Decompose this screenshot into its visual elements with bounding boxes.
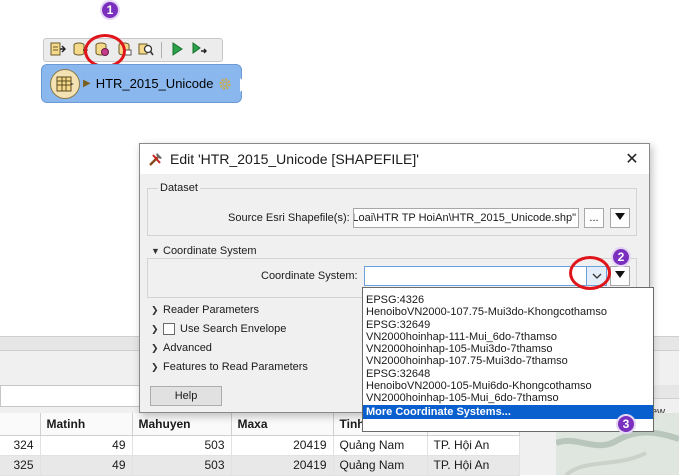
reader-parameters-label: Reader Parameters <box>163 304 259 316</box>
callout-badge-2: 2 <box>611 247 631 267</box>
column-header[interactable] <box>0 413 41 436</box>
dialog-title: Edit 'HTR_2015_Unicode [SHAPEFILE]' <box>170 151 419 167</box>
expand-triangle-icon[interactable]: ▶ <box>83 78 91 89</box>
transformer-tools-icon <box>148 151 164 167</box>
source-shapefile-label: Source Esri Shapefile(s): <box>228 212 350 224</box>
dialog-title-bar: Edit 'HTR_2015_Unicode [SHAPEFILE]' ✕ <box>140 144 649 174</box>
triangle-down-icon <box>615 270 625 282</box>
dataset-legend: Dataset <box>158 182 200 194</box>
advanced-section-header[interactable]: ❯ Advanced <box>151 342 212 354</box>
node-settings-gear-icon[interactable] <box>217 76 233 92</box>
dropdown-item[interactable]: EPSG:32648 <box>363 368 653 380</box>
close-icon[interactable]: ✕ <box>623 150 641 168</box>
add-reader-button[interactable] <box>48 41 68 59</box>
features-to-read-label: Features to Read Parameters <box>163 361 308 373</box>
chevron-right-icon: ❯ <box>151 361 159 372</box>
table-cell: 49 <box>40 455 133 476</box>
table-cell: Quảng Nam <box>333 455 428 476</box>
table-cell: 20419 <box>231 455 334 476</box>
table-cell: 20419 <box>231 435 334 456</box>
more-coordinate-systems-item[interactable]: More Coordinate Systems... <box>363 404 653 419</box>
table-row[interactable]: 324 49 503 20419 Quảng Nam TP. Hội An <box>0 435 520 456</box>
coordinate-system-section-header[interactable]: ▼ Coordinate System <box>151 245 257 257</box>
search-envelope-section-header[interactable]: ❯ Use Search Envelope <box>151 323 286 335</box>
inspect-button[interactable] <box>136 41 156 59</box>
coordinate-system-dropdown-list: EPSG:4326 HenoiboVN2000-107.75-Mui3do-Kh… <box>362 287 654 432</box>
browse-button[interactable]: ... <box>584 208 604 228</box>
dropdown-item[interactable]: EPSG:32649 <box>363 319 653 331</box>
chevron-down-icon: ▼ <box>151 246 160 256</box>
reader-node-label: HTR_2015_Unicode <box>95 76 214 91</box>
dropdown-item[interactable]: VN2000hoinhap-111-Mui_6do-7thamso <box>363 331 653 343</box>
table-cell: 49 <box>40 435 133 456</box>
coordinate-system-menu-button[interactable] <box>610 266 630 286</box>
dropdown-item[interactable]: HenoiboVN2000-107.75-Mui3do-Khongcothams… <box>363 306 653 318</box>
chevron-right-icon: ❯ <box>151 304 159 315</box>
reader-parameters-section-header[interactable]: ❯ Reader Parameters <box>151 304 259 316</box>
dataset-menu-button[interactable] <box>610 208 630 228</box>
coordinate-system-section-label: Coordinate System <box>163 245 257 257</box>
table-row[interactable]: 325 49 503 20419 Quảng Nam TP. Hội An <box>0 455 520 476</box>
use-search-envelope-checkbox[interactable] <box>163 323 175 335</box>
table-cell: TP. Hội An <box>427 435 520 456</box>
dropdown-item[interactable]: VN2000hoinhap-105-Mui_6do-7thamso <box>363 392 653 404</box>
run-icon <box>169 41 185 60</box>
callout-badge-3: 3 <box>616 414 636 434</box>
dropdown-item[interactable]: HenoiboVN2000-105-Mui6do-Khongcothamso <box>363 380 653 392</box>
help-button[interactable]: Help <box>150 386 222 406</box>
run-to-button[interactable] <box>189 41 209 59</box>
dropdown-item[interactable]: VN2000hoinhap-105-Mui3do-7thamso <box>363 343 653 355</box>
table-cell: 503 <box>132 435 232 456</box>
background-filter-input[interactable] <box>0 385 140 407</box>
workspace-mini-toolbar <box>43 38 223 62</box>
coordinate-system-field-label: Coordinate System: <box>261 270 358 282</box>
output-port[interactable] <box>240 78 249 92</box>
run-to-icon <box>191 41 207 60</box>
run-button[interactable] <box>167 41 187 59</box>
table-cell: 325 <box>0 455 41 476</box>
column-header[interactable]: Mahuyen <box>132 413 232 436</box>
dropdown-item[interactable]: VN2000hoinhap-107.75-Mui3do-7thamso <box>363 355 653 367</box>
reader-node[interactable]: ▶ HTR_2015_Unicode <box>41 64 249 103</box>
callout-badge-1: 1 <box>100 0 120 20</box>
chevron-right-icon: ❯ <box>151 342 159 353</box>
add-reader-icon <box>50 41 67 60</box>
shapefile-table-icon <box>50 68 80 99</box>
inspect-icon <box>138 41 154 60</box>
triangle-down-icon <box>615 212 625 224</box>
advanced-label: Advanced <box>163 342 212 354</box>
dropdown-item[interactable]: EPSG:4326 <box>363 294 653 306</box>
table-cell: Quảng Nam <box>333 435 428 456</box>
table-cell: 503 <box>132 455 232 476</box>
chevron-right-icon: ❯ <box>151 323 159 334</box>
features-to-read-section-header[interactable]: ❯ Features to Read Parameters <box>151 361 308 373</box>
column-header[interactable]: Matinh <box>40 413 133 436</box>
highlight-ring-2 <box>569 256 611 290</box>
table-cell: 324 <box>0 435 41 456</box>
use-search-envelope-label: Use Search Envelope <box>180 323 287 335</box>
table-cell: TP. Hội An <box>427 455 520 476</box>
source-path-field[interactable]: acLoai\HTR TP HoiAn\HTR_2015_Unicode.shp… <box>353 208 579 228</box>
toolbar-separator <box>161 42 162 58</box>
column-header[interactable]: Maxa <box>231 413 334 436</box>
highlight-ring-1 <box>84 34 126 68</box>
